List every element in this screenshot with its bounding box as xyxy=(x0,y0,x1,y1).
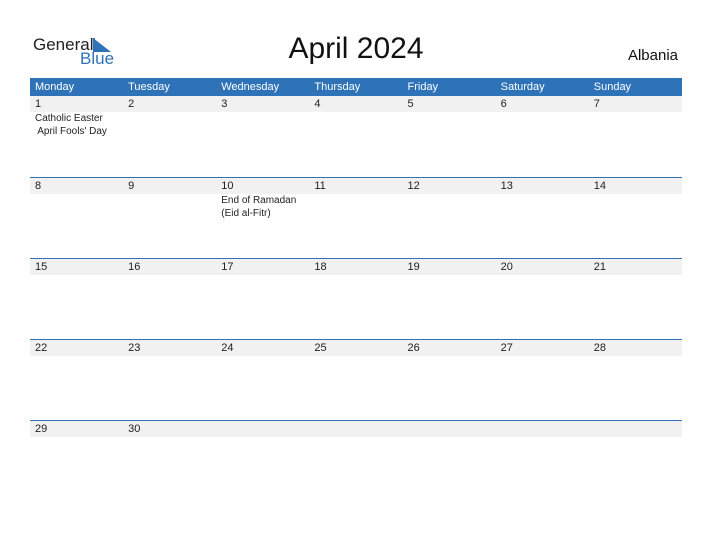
weekday-sunday: Sunday xyxy=(593,81,632,93)
day-number: 19 xyxy=(407,261,420,273)
holiday-label: (Eid al-Fitr) xyxy=(221,208,271,219)
day-events xyxy=(496,194,589,220)
day-number: 11 xyxy=(314,180,326,192)
day-events xyxy=(403,112,496,138)
calendar-week: 15 16 17 18 19 20 21 xyxy=(30,258,682,339)
day-number: 9 xyxy=(128,180,135,192)
day-number: 18 xyxy=(314,261,327,273)
day-number: 25 xyxy=(314,342,327,354)
weekday-header: Monday Tuesday Wednesday Thursday Friday Satu… xyxy=(30,78,682,96)
weekday-tuesday: Tuesday xyxy=(128,81,170,93)
day-number: 6 xyxy=(500,98,507,110)
day-number: 29 xyxy=(35,423,48,435)
day-number: 4 xyxy=(314,98,321,110)
day-number xyxy=(403,421,496,437)
day-number xyxy=(496,421,589,437)
day-number: 12 xyxy=(407,180,420,192)
weekday-wednesday: Wednesday xyxy=(221,81,280,93)
day-events xyxy=(30,194,123,220)
country-label: Albania xyxy=(627,47,678,64)
holiday-label: April Fools' Day xyxy=(35,126,107,137)
day-number: 17 xyxy=(221,261,234,273)
holiday-label: Catholic Easter xyxy=(35,113,103,124)
day-number: 28 xyxy=(593,342,606,354)
weekday-friday: Friday xyxy=(407,81,439,93)
day-number: 1 xyxy=(35,98,42,110)
date-band: 1 2 3 4 5 6 7 xyxy=(30,96,682,112)
day-number: 10 xyxy=(221,180,234,192)
events-row: End of Ramadan (Eid al-Fitr) xyxy=(30,194,682,220)
calendar-week: 1 2 3 4 5 6 7 Catholic Easter April Fools' Day xyxy=(30,96,682,177)
date-band: 22 23 24 25 26 27 28 xyxy=(30,340,682,356)
weekday-saturday: Saturday xyxy=(500,81,545,93)
page-title: April 2024 xyxy=(288,32,424,65)
day-number xyxy=(309,421,402,437)
calendar-week: 8 9 10 11 12 13 14 End of Ramadan (Eid al-Fitr) xyxy=(30,177,682,258)
day-number: 5 xyxy=(407,98,414,110)
day-number: 2 xyxy=(128,98,135,110)
day-events xyxy=(403,194,496,220)
day-number: 24 xyxy=(221,342,234,354)
day-events xyxy=(589,112,682,138)
day-events: Catholic Easter April Fools' Day xyxy=(30,112,123,138)
day-number: 3 xyxy=(221,98,228,110)
day-number xyxy=(216,421,309,437)
day-number: 22 xyxy=(35,342,48,354)
calendar-grid: Monday Tuesday Wednesday Thursday Friday Satu… xyxy=(30,78,682,501)
day-number: 21 xyxy=(593,261,606,273)
day-events xyxy=(123,112,216,138)
holiday-label: End of Ramadan xyxy=(221,195,297,206)
calendar-week: 22 23 24 25 26 27 28 xyxy=(30,339,682,420)
day-number: 30 xyxy=(128,423,141,435)
day-number: 15 xyxy=(35,261,48,273)
weekday-monday: Monday xyxy=(35,81,75,93)
day-number: 20 xyxy=(500,261,513,273)
date-band: 8 9 10 11 12 13 14 xyxy=(30,178,682,194)
weekday-thursday: Thursday xyxy=(314,81,361,93)
day-events xyxy=(216,112,309,138)
day-events: End of Ramadan (Eid al-Fitr) xyxy=(216,194,309,220)
day-events xyxy=(589,194,682,220)
events-row: Catholic Easter April Fools' Day xyxy=(30,112,682,138)
day-number: 14 xyxy=(593,180,606,192)
day-number xyxy=(589,421,682,437)
date-band: 15 16 17 18 19 20 21 xyxy=(30,259,682,275)
day-number: 13 xyxy=(500,180,513,192)
day-number: 8 xyxy=(35,180,42,192)
calendar-week: 29 30 xyxy=(30,420,682,501)
day-events xyxy=(496,112,589,138)
day-events xyxy=(309,194,402,220)
day-number: 7 xyxy=(593,98,600,110)
day-number: 16 xyxy=(128,261,141,273)
day-events xyxy=(309,112,402,138)
date-band: 29 30 xyxy=(30,421,682,437)
day-events xyxy=(123,194,216,220)
day-number: 27 xyxy=(500,342,513,354)
day-number: 23 xyxy=(128,342,141,354)
day-number: 26 xyxy=(407,342,420,354)
